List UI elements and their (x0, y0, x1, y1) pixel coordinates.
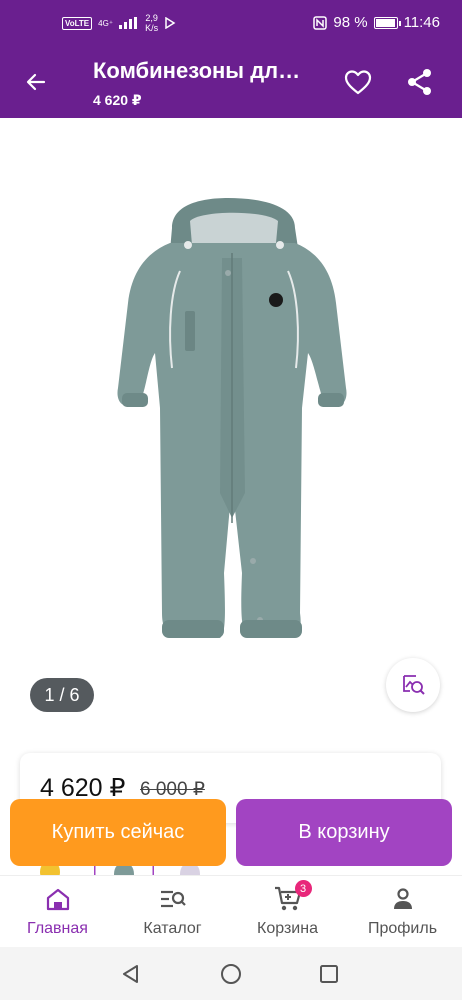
product-image[interactable] (110, 193, 355, 653)
heart-icon (344, 70, 372, 95)
profile-icon (391, 886, 415, 912)
page-title: Комбинезоны дл… (93, 58, 301, 83)
speed-unit: K/s (145, 23, 159, 33)
triangle-back-icon (123, 965, 138, 983)
circle-home-icon (221, 964, 241, 984)
play-store-icon (165, 17, 176, 29)
status-bar: VoLTE 4G⁺ 2,9 K/s 98 % 11:46 (0, 0, 462, 46)
system-navigation-bar (0, 947, 462, 1000)
header-price: 4 620 ₽ (93, 92, 142, 108)
cart-icon: 3 (274, 880, 312, 912)
status-right: 98 % 11:46 (313, 14, 440, 31)
battery-percent: 98 % (333, 14, 368, 31)
nav-label-home: Главная (27, 920, 88, 937)
cart-badge: 3 (294, 880, 312, 897)
speed-value: 2,9 (145, 13, 158, 23)
bottom-navigation: Главная Каталог 3 Корзина Профиль (0, 875, 462, 947)
nav-item-home[interactable]: Главная (0, 876, 115, 948)
product-gallery[interactable]: 1 / 6 (0, 118, 462, 738)
catalog-icon (159, 886, 187, 912)
old-price: 6 000 ₽ (140, 779, 205, 800)
arrow-left-icon (26, 73, 46, 91)
nav-label-catalog: Каталог (143, 920, 202, 937)
nav-item-cart[interactable]: 3 Корзина (230, 876, 345, 948)
add-to-cart-button[interactable]: В корзину (236, 799, 452, 866)
network-indicator: 4G⁺ (98, 18, 114, 28)
battery-fill (375, 18, 396, 27)
battery-icon (373, 16, 401, 29)
share-icon (408, 69, 431, 95)
gallery-pager: 1 / 6 (30, 678, 94, 712)
status-left: VoLTE 4G⁺ 2,9 K/s (62, 13, 176, 33)
system-recents-button[interactable] (316, 961, 342, 987)
share-button[interactable] (404, 66, 436, 98)
volte-indicator: VoLTE (62, 16, 93, 30)
image-search-icon (403, 675, 425, 695)
buy-now-button[interactable]: Купить сейчас (10, 799, 226, 866)
speed-indicator: 2,9 K/s (145, 13, 158, 33)
app-bar: Комбинезоны дл… 4 620 ₽ (0, 46, 462, 118)
signal-icon (119, 17, 138, 29)
nfc-icon (313, 15, 328, 30)
clock: 11:46 (403, 14, 440, 31)
square-recents-icon (320, 965, 338, 983)
find-similar-button[interactable] (386, 658, 440, 712)
nav-label-profile: Профиль (367, 920, 438, 937)
system-back-button[interactable] (118, 961, 144, 987)
nav-label-cart: Корзина (257, 920, 318, 937)
nav-item-catalog[interactable]: Каталог (115, 876, 230, 948)
back-button[interactable] (20, 66, 52, 98)
home-icon (45, 886, 71, 912)
favorite-button[interactable] (342, 66, 374, 98)
system-home-button[interactable] (218, 961, 244, 987)
nav-item-profile[interactable]: Профиль (345, 876, 460, 948)
